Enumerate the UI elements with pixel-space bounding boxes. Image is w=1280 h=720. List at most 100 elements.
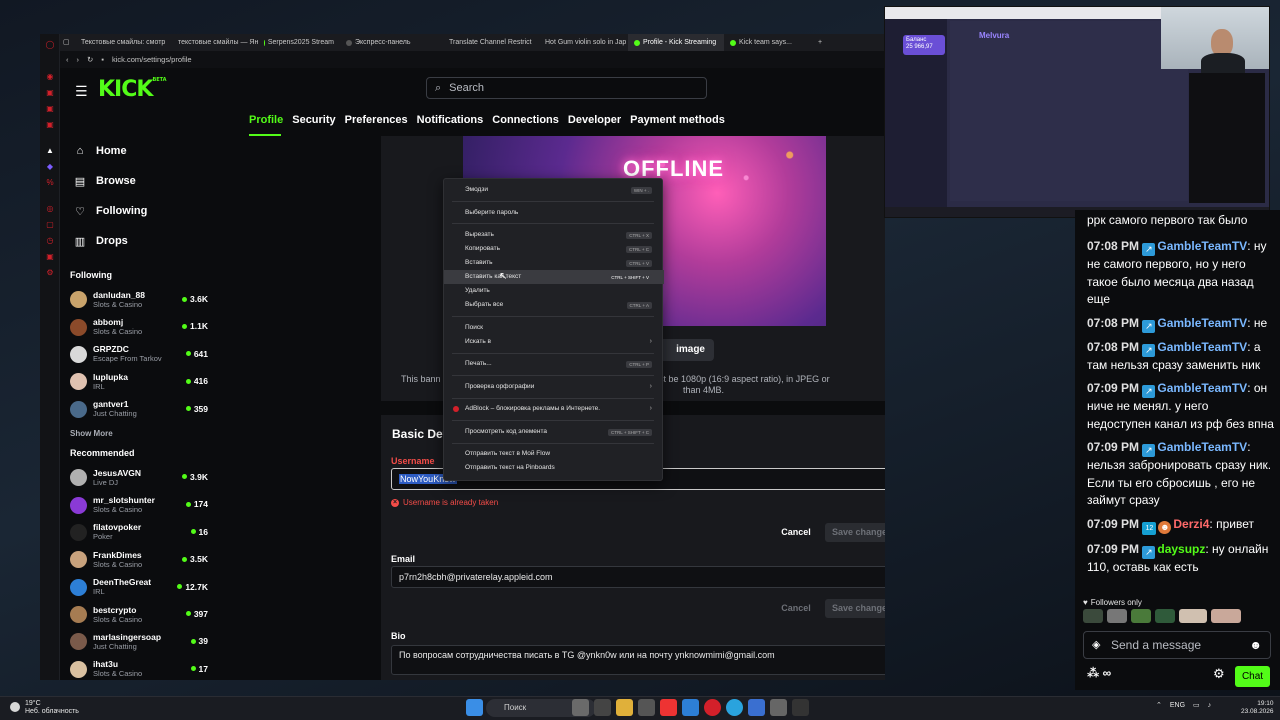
- settings-icon[interactable]: ⚙: [45, 268, 55, 278]
- menu-icon[interactable]: ☰: [75, 83, 88, 100]
- channel-item[interactable]: FrankDimes Slots & Casino 3.5K: [60, 546, 224, 573]
- chevron-up-icon[interactable]: ⌃: [1156, 701, 1162, 709]
- message-username[interactable]: Derzi4: [1173, 517, 1209, 531]
- nav-home[interactable]: ⌂ Home: [60, 136, 224, 166]
- tab-payment-methods[interactable]: Payment methods: [630, 114, 725, 126]
- tab-developer[interactable]: Developer: [568, 114, 621, 126]
- tab-connections[interactable]: Connections: [492, 114, 559, 126]
- show-more-button[interactable]: Show More: [60, 423, 224, 444]
- channel-item[interactable]: danludan_88 Slots & Casino 3.6K: [60, 286, 224, 313]
- sidebar-app-icon[interactable]: ◷: [45, 236, 55, 246]
- tab-profile[interactable]: Profile: [249, 114, 283, 126]
- message-username[interactable]: GambleTeamTV: [1157, 440, 1247, 454]
- url-field[interactable]: kick.com/settings/profile: [112, 55, 192, 64]
- sidebar-app-icon[interactable]: ▲: [45, 146, 55, 156]
- app-icon[interactable]: [682, 699, 699, 716]
- send-message-input[interactable]: ◈ Send a message ☻: [1083, 631, 1271, 659]
- save-changes-button[interactable]: Save changes: [825, 523, 885, 542]
- emote-icon[interactable]: [1155, 609, 1175, 623]
- emote-icon[interactable]: [1083, 609, 1103, 623]
- tab-preferences[interactable]: Preferences: [345, 114, 408, 126]
- channel-item[interactable]: abbomj Slots & Casino 1.1K: [60, 313, 224, 340]
- menu-item-emoji[interactable]: Эмодзи WIN + .: [444, 183, 664, 197]
- emote-icon[interactable]: [1179, 609, 1207, 623]
- tab-notifications[interactable]: Notifications: [417, 114, 484, 126]
- sidebar-app-icon[interactable]: ◉: [45, 72, 55, 82]
- emote-icon[interactable]: [1131, 609, 1151, 623]
- start-icon[interactable]: [466, 699, 483, 716]
- tab[interactable]: текстовые смайлы — Янд: [169, 34, 258, 51]
- nav-following[interactable]: ♡ Following: [60, 196, 224, 226]
- menu-item-send-to-pinboards[interactable]: Отправить текст на Pinboards: [444, 461, 664, 475]
- menu-item-print[interactable]: Печать... CTRL + P: [444, 357, 664, 371]
- tab[interactable]: ▢: [60, 34, 72, 51]
- channel-item[interactable]: marlasingersoap Just Chatting 39: [60, 628, 224, 655]
- menu-item-paste[interactable]: Вставить CTRL + V: [444, 256, 664, 270]
- cancel-button[interactable]: Cancel: [776, 599, 816, 618]
- bio-field[interactable]: По вопросам сотрудничества писать в TG @…: [391, 645, 885, 675]
- emote-icon[interactable]: [1107, 609, 1127, 623]
- tab[interactable]: Kick team says...: [724, 34, 812, 51]
- menu-item-spellcheck[interactable]: Проверка орфографии ›: [444, 380, 664, 394]
- save-changes-button[interactable]: Save changes: [825, 599, 885, 618]
- sidebar-app-icon[interactable]: ▣: [45, 120, 55, 130]
- chat-send-button[interactable]: Chat: [1235, 666, 1270, 687]
- chat-settings-icon[interactable]: ⚙: [1213, 666, 1225, 682]
- clock[interactable]: 19:10 23.08.2026: [1241, 700, 1274, 716]
- network-icon[interactable]: ▭: [1193, 701, 1200, 709]
- menu-item-choose-password[interactable]: Выберите пароль: [444, 206, 664, 220]
- opera-icon[interactable]: ◯: [45, 40, 55, 50]
- yandex-icon[interactable]: [660, 699, 677, 716]
- channel-item[interactable]: JesusAVGN Live DJ 3.9K: [60, 464, 224, 491]
- task-view-icon[interactable]: [594, 699, 611, 716]
- menu-item-copy[interactable]: Копировать CTRL + C: [444, 242, 664, 256]
- menu-item-send-to-flow[interactable]: Отправить текст в Мой Flow: [444, 447, 664, 461]
- back-icon[interactable]: ‹: [66, 55, 69, 64]
- menu-item-delete[interactable]: Удалить: [444, 284, 664, 298]
- tab[interactable]: Translate Channel Restrict: [440, 34, 536, 51]
- menu-item-adblock[interactable]: AdBlock – блокировка рекламы в Интернете…: [444, 402, 664, 416]
- weather-widget[interactable]: 19°C Неб. облачность: [10, 700, 79, 716]
- sidebar-app-icon[interactable]: %: [45, 178, 55, 188]
- kick-logo[interactable]: KICKBETA: [98, 77, 167, 102]
- tab[interactable]: Serpens2025 Stream: [258, 34, 340, 51]
- sidebar-app-icon[interactable]: ▣: [45, 104, 55, 114]
- app-icon[interactable]: [638, 699, 655, 716]
- sidebar-app-icon[interactable]: ▣: [45, 88, 55, 98]
- menu-item-select-all[interactable]: Выбрать все CTRL + A: [444, 298, 664, 312]
- emoji-icon[interactable]: ☻: [1249, 632, 1262, 658]
- chat-mode-indicator[interactable]: ⁂ ∞: [1087, 666, 1111, 680]
- message-username[interactable]: GambleTeamTV: [1157, 316, 1247, 330]
- cancel-button[interactable]: Cancel: [776, 523, 816, 542]
- channel-item[interactable]: mr_slotshunter Slots & Casino 174: [60, 491, 224, 518]
- language-indicator[interactable]: ENG: [1170, 702, 1185, 709]
- app-icon[interactable]: [572, 699, 589, 716]
- volume-icon[interactable]: ♪: [1208, 702, 1212, 709]
- menu-item-cut[interactable]: Вырезать CTRL + X: [444, 228, 664, 242]
- channel-item[interactable]: GRPZDC Escape From Tarkov 641: [60, 341, 224, 368]
- nav-browse[interactable]: ▤ Browse: [60, 166, 224, 196]
- new-tab-button[interactable]: +: [812, 34, 828, 51]
- tab-active[interactable]: Profile - Kick Streaming: [628, 34, 724, 51]
- opera-icon[interactable]: [704, 699, 721, 716]
- menu-item-search[interactable]: Поиск: [444, 321, 664, 335]
- search-input[interactable]: ⌕ Search: [426, 77, 707, 99]
- channel-item[interactable]: DeenTheGreat IRL 12.7K: [60, 574, 224, 601]
- sidebar-app-icon[interactable]: ◎: [45, 204, 55, 214]
- menu-item-paste-as-text[interactable]: Вставить как текст CTRL + SHIFT + V: [444, 270, 664, 284]
- sidebar-app-icon[interactable]: ▢: [45, 220, 55, 230]
- tab-security[interactable]: Security: [292, 114, 335, 126]
- channel-item[interactable]: bestcrypto Slots & Casino 397: [60, 601, 224, 628]
- message-username[interactable]: GambleTeamTV: [1157, 381, 1247, 395]
- email-field[interactable]: p7rn2h8cbh@privaterelay.appleid.com: [391, 566, 885, 588]
- menu-item-search-in[interactable]: Искать в ›: [444, 335, 664, 349]
- sidebar-app-icon[interactable]: ▣: [45, 252, 55, 262]
- telegram-icon[interactable]: [726, 699, 743, 716]
- tab[interactable]: Текстовые смайлы: смотр: [72, 34, 169, 51]
- app-icon[interactable]: [770, 699, 787, 716]
- reload-icon[interactable]: ↻: [87, 55, 93, 64]
- channel-item[interactable]: gantver1 Just Chatting 359: [60, 396, 224, 423]
- message-username[interactable]: GambleTeamTV: [1157, 340, 1247, 354]
- emote-icon[interactable]: [1211, 609, 1241, 623]
- menu-item-inspect[interactable]: Просмотреть код элемента CTRL + SHIFT + C: [444, 425, 664, 439]
